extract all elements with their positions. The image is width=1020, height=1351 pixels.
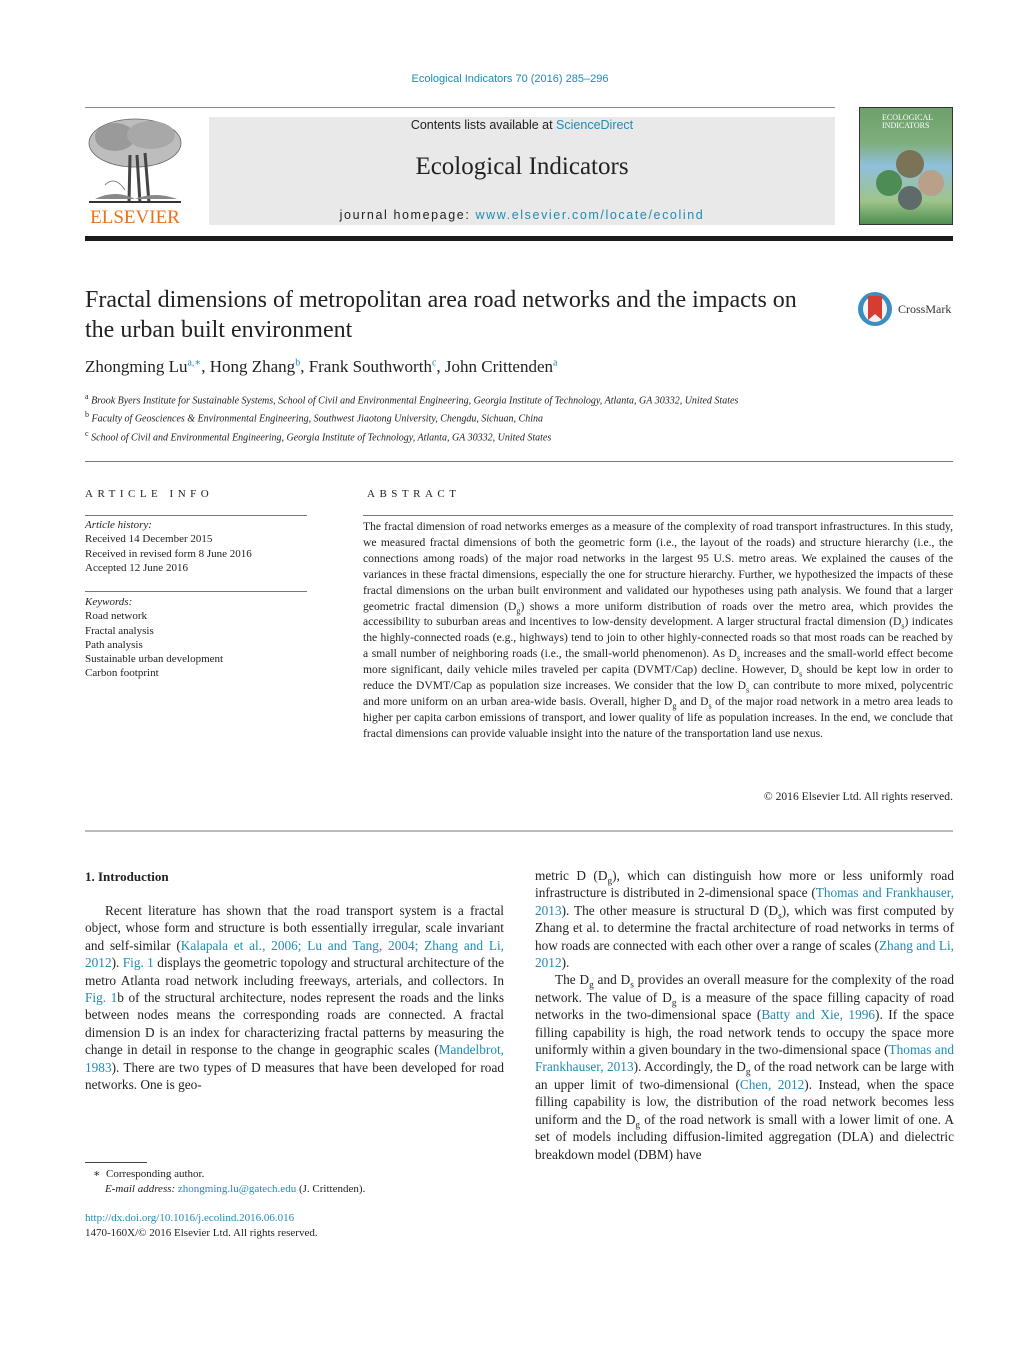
homepage-link[interactable]: www.elsevier.com/locate/ecolind [475,208,704,222]
author[interactable]: Hong Zhangb [210,357,300,376]
author-list: Zhongming Lua,∗, Hong Zhangb, Frank Sout… [85,357,558,376]
section-heading: 1. Introduction [85,869,169,884]
doi-link[interactable]: http://dx.doi.org/10.1016/j.ecolind.2016… [85,1212,294,1224]
cover-title: ECOLOGICAL INDICATORS [882,113,934,130]
publisher-logo-text: ELSEVIER [90,207,180,228]
divider [85,461,953,462]
figure-link[interactable]: Fig. 1 [85,990,117,1005]
cover-photo [898,186,922,210]
article-info-heading: ARTICLE INFO [85,488,214,500]
affiliation: a Brook Byers Institute for Sustainable … [85,392,739,407]
keyword: Fractal analysis [85,624,154,637]
affiliations: a Brook Byers Institute for Sustainable … [85,390,835,445]
affiliation: b Faculty of Geosciences & Environmental… [85,410,543,425]
body-column-left: Recent literature has shown that the roa… [85,903,504,1093]
journal-homepage: journal homepage: www.elsevier.com/locat… [339,208,705,222]
keyword: Road network [85,610,148,623]
author[interactable]: Frank Southworthc [309,357,437,376]
crossmark-icon [858,292,892,326]
email-link[interactable]: zhongming.lu@gatech.edu [178,1183,296,1195]
citation-link[interactable]: Chen, 2012 [740,1077,804,1092]
keyword: Sustainable urban development [85,653,224,666]
cover-photo [918,170,944,196]
issn-copyright: 1470-160X/© 2016 Elsevier Ltd. All right… [85,1227,318,1239]
sciencedirect-link[interactable]: ScienceDirect [556,118,633,132]
abstract-heading: ABSTRACT [367,488,461,500]
doi-block: http://dx.doi.org/10.1016/j.ecolind.2016… [85,1211,505,1241]
footnote-rule [85,1162,147,1163]
journal-citation[interactable]: Ecological Indicators 70 (2016) 285–296 [0,73,1020,85]
crossmark-button[interactable]: CrossMark [858,292,958,330]
article-history: Article history: Received 14 December 20… [85,518,310,575]
citation-link[interactable]: Batty and Xie, 1996 [761,1007,875,1022]
history-item: Received in revised form 8 June 2016 [85,547,252,560]
journal-banner: Contents lists available at ScienceDirec… [209,117,835,225]
body-column-right: metric D (Dg), which can distinguish how… [535,867,954,1163]
paragraph: The Dg and Ds provides an overall measur… [535,972,955,1162]
header-thick-rule [85,236,953,241]
divider [85,830,953,832]
keyword: Path analysis [85,638,143,651]
cover-photo [896,150,924,178]
keyword: Carbon footprint [85,667,159,680]
journal-cover-image[interactable]: ECOLOGICAL INDICATORS [859,107,953,225]
abstract-copyright: © 2016 Elsevier Ltd. All rights reserved… [763,790,953,803]
footnote: ∗ Corresponding author. E-mail address: … [93,1168,366,1195]
figure-link[interactable]: Fig. 1 [123,955,154,970]
author[interactable]: John Crittendena [445,357,558,376]
author[interactable]: Zhongming Lua,∗ [85,357,201,376]
affiliation: c School of Civil and Environmental Engi… [85,428,552,443]
crossmark-label: CrossMark [898,302,952,316]
article-title: Fractal dimensions of metropolitan area … [85,287,797,343]
keywords: Keywords: Road network Fractal analysis … [85,595,310,681]
divider [85,591,307,592]
paragraph: metric D (Dg), which can distinguish how… [535,868,955,971]
contents-line: Contents lists available at ScienceDirec… [410,118,634,132]
abstract-text: The fractal dimension of road networks e… [363,520,953,740]
history-item: Received 14 December 2015 [85,533,213,546]
history-item: Accepted 12 June 2016 [85,561,188,574]
divider [85,515,307,516]
journal-name: Ecological Indicators [415,153,629,180]
divider [363,515,953,516]
header-rule [85,107,835,108]
